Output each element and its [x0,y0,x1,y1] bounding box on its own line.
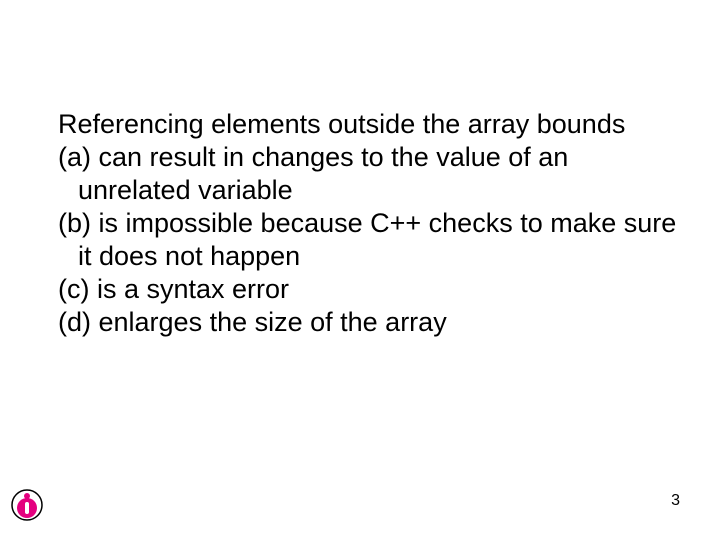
option-b: (b) is impossible because C++ checks to … [40,207,680,273]
page-number: 3 [671,492,680,510]
question-stem: Referencing elements outside the array b… [40,108,680,141]
option-a: (a) can result in changes to the value o… [40,141,680,207]
option-d: (d) enlarges the size of the array [40,306,680,339]
logo-icon [10,488,44,522]
question-block: Referencing elements outside the array b… [40,108,680,339]
slide: Referencing elements outside the array b… [0,0,720,540]
option-c: (c) is a syntax error [40,273,680,306]
